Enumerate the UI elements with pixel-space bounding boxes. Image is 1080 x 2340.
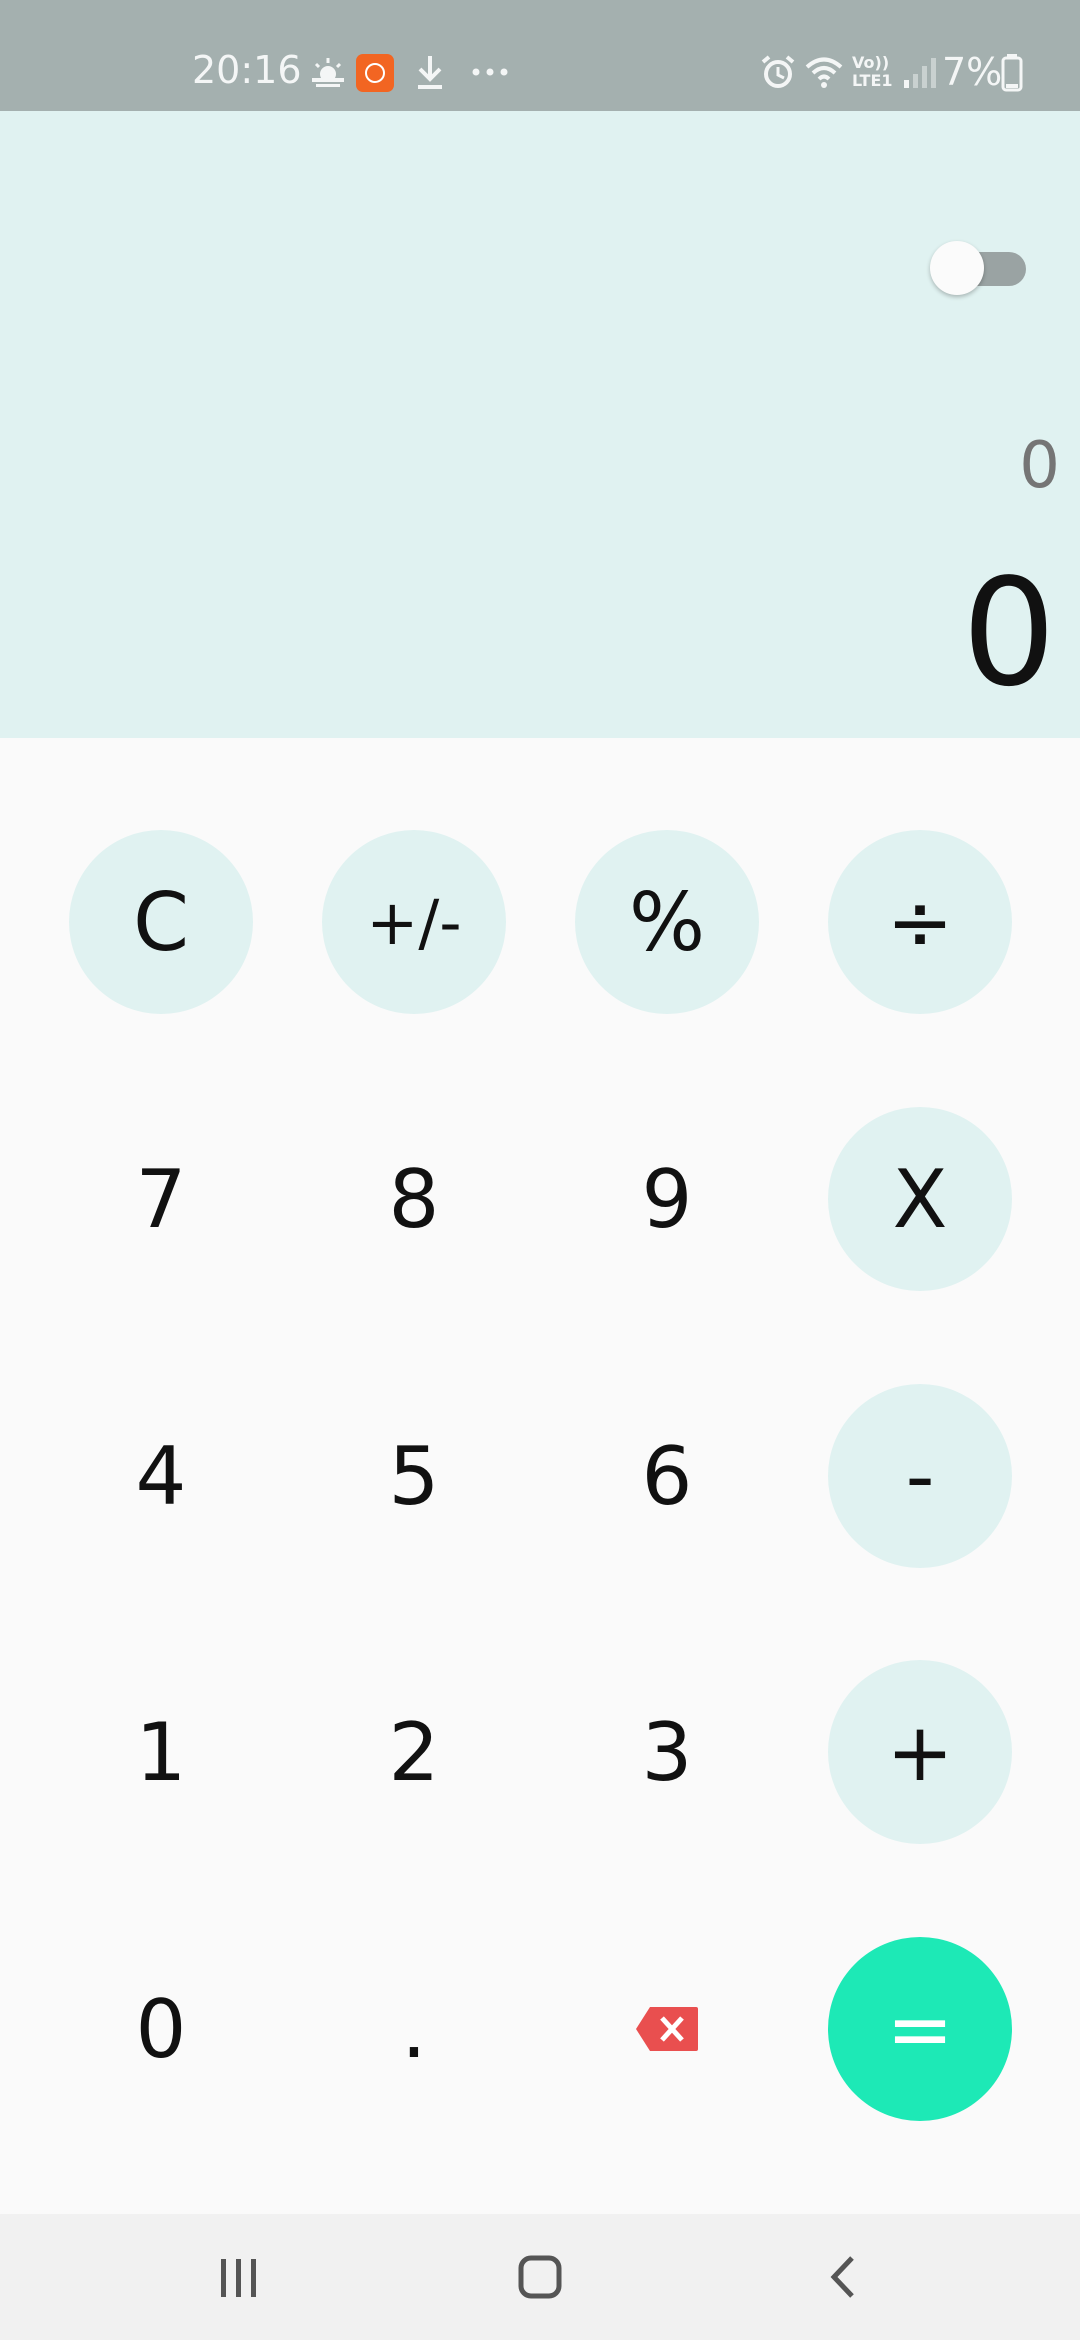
more-dots-icon <box>470 52 510 92</box>
weather-icon <box>308 52 348 92</box>
clear-button[interactable]: C <box>69 830 253 1014</box>
calculator-display: 0 0 <box>0 111 1080 738</box>
volte-lte-icon: Vo)) LTE1 <box>852 53 893 90</box>
digit-1-button[interactable]: 1 <box>69 1660 253 1844</box>
subtract-button[interactable]: - <box>828 1384 1012 1568</box>
theme-toggle[interactable] <box>930 238 1026 298</box>
result-text: 0 <box>961 547 1056 719</box>
digit-0-button[interactable]: 0 <box>69 1937 253 2121</box>
digit-3-button[interactable]: 3 <box>575 1660 759 1844</box>
expression-text: 0 <box>1019 429 1060 503</box>
digit-9-button[interactable]: 9 <box>575 1107 759 1291</box>
wifi-icon <box>804 52 844 92</box>
battery-icon <box>1000 52 1024 92</box>
digit-4-button[interactable]: 4 <box>69 1384 253 1568</box>
multiply-button[interactable]: X <box>828 1107 1012 1291</box>
digit-6-button[interactable]: 6 <box>575 1384 759 1568</box>
digit-2-button[interactable]: 2 <box>322 1660 506 1844</box>
battery-percent: 7% <box>942 50 1003 94</box>
add-button[interactable]: + <box>828 1660 1012 1844</box>
status-bar: 20:16 Vo)) LTE1 7% <box>0 0 1080 111</box>
digit-7-button[interactable]: 7 <box>69 1107 253 1291</box>
status-time: 20:16 <box>192 48 302 92</box>
home-icon[interactable] <box>480 2234 600 2320</box>
signal-icon <box>900 52 940 92</box>
percent-button[interactable]: % <box>575 830 759 1014</box>
back-icon[interactable] <box>782 2234 902 2320</box>
navigation-bar <box>0 2214 1080 2340</box>
divide-button[interactable]: ÷ <box>828 830 1012 1014</box>
decimal-point-button[interactable]: . <box>322 1937 506 2121</box>
download-icon <box>410 52 450 92</box>
backspace-button[interactable] <box>575 1937 759 2121</box>
digit-5-button[interactable]: 5 <box>322 1384 506 1568</box>
alarm-icon <box>758 52 798 92</box>
toggle-thumb <box>930 241 984 295</box>
digit-8-button[interactable]: 8 <box>322 1107 506 1291</box>
sign-toggle-button[interactable]: +/- <box>322 830 506 1014</box>
recent-apps-icon[interactable] <box>178 2234 298 2320</box>
backspace-icon <box>636 2007 698 2051</box>
equals-button[interactable]: = <box>828 1937 1012 2121</box>
app-notification-icon <box>356 54 394 92</box>
